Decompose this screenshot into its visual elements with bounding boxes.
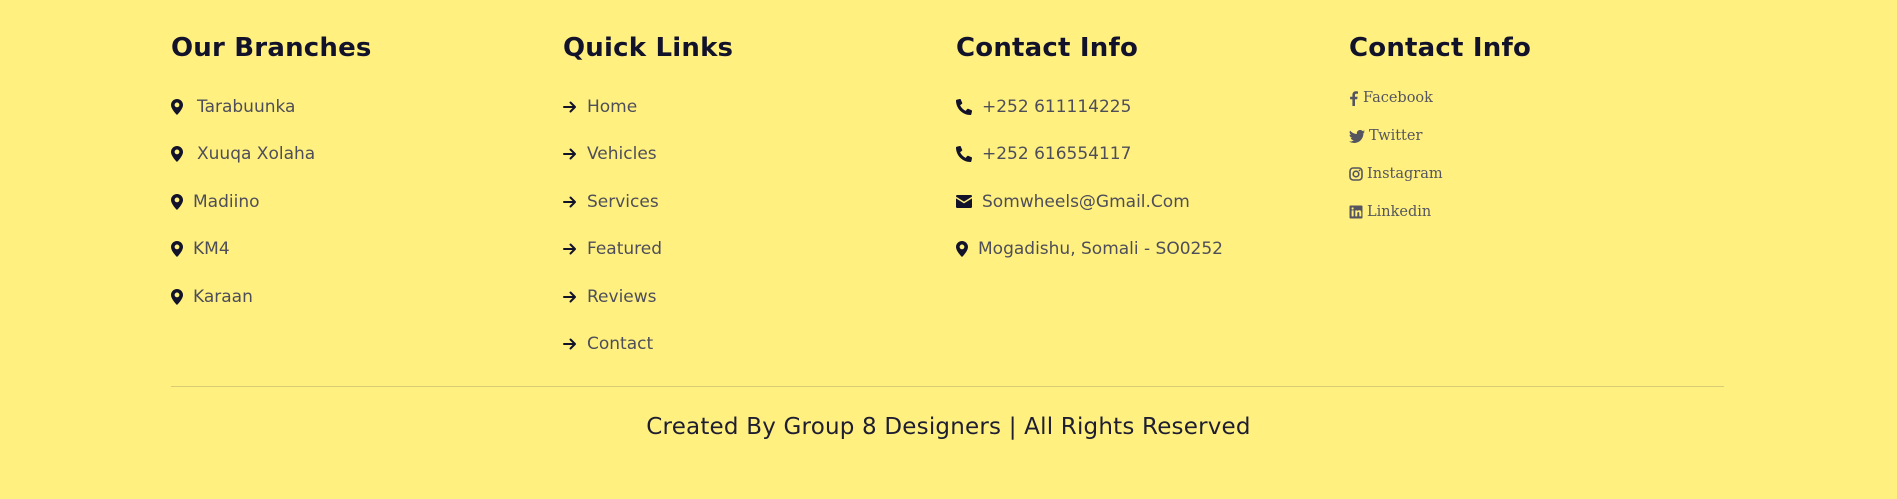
social-label: Instagram — [1367, 166, 1443, 182]
branch-link-km4[interactable]: KM4 — [171, 236, 551, 263]
arrow-right-icon — [563, 334, 587, 354]
branch-link-madiino[interactable]: Madiino — [171, 188, 551, 215]
contact-phone-label: +252 616554117 — [982, 144, 1132, 164]
quick-links-list: Home Vehicles Services Featured Reviews … — [563, 93, 943, 358]
quick-link-label: Contact — [587, 334, 654, 354]
quick-link-label: Reviews — [587, 286, 657, 307]
quick-link-label: Services — [587, 191, 659, 212]
facebook-icon — [1349, 88, 1363, 108]
quick-link-label: Vehicles — [587, 144, 657, 164]
branch-label: Tarabuunka — [197, 96, 296, 117]
social-list: Facebook Twitter Instagram Linkedin — [1349, 86, 1729, 224]
branch-label: KM4 — [193, 239, 230, 259]
contact-email[interactable]: Somwheels@Gmail.Com — [956, 188, 1336, 215]
contact-address-label: Mogadishu, Somali - SO0252 — [978, 239, 1223, 259]
branch-label: Madiino — [193, 191, 260, 212]
social-link-facebook[interactable]: Facebook — [1349, 86, 1729, 110]
arrow-right-icon — [563, 239, 587, 259]
contact-phone-label: +252 611114225 — [982, 96, 1132, 117]
map-marker-icon — [171, 144, 193, 164]
social-label: Twitter — [1369, 128, 1423, 144]
social-link-linkedin[interactable]: Linkedin — [1349, 200, 1729, 224]
social-link-instagram[interactable]: Instagram — [1349, 162, 1729, 186]
arrow-right-icon — [563, 97, 587, 117]
instagram-icon — [1349, 164, 1367, 184]
branch-label: Karaan — [193, 286, 253, 307]
social-heading: Contact Info — [1349, 33, 1532, 63]
quick-link-featured[interactable]: Featured — [563, 236, 943, 263]
footer-credit: Created By Group 8 Designers | All Right… — [646, 414, 1251, 440]
quick-link-vehicles[interactable]: Vehicles — [563, 141, 943, 168]
map-marker-icon — [171, 287, 193, 307]
arrow-right-icon — [563, 287, 587, 307]
contact-phone-2[interactable]: +252 616554117 — [956, 141, 1336, 168]
branches-list: Tarabuunka Xuuqa Xolaha Madiino KM4 Kara… — [171, 93, 551, 310]
branch-link-karaan[interactable]: Karaan — [171, 283, 551, 310]
quick-link-reviews[interactable]: Reviews — [563, 283, 943, 310]
phone-icon — [956, 144, 982, 164]
branch-link-xuuqa-xolaha[interactable]: Xuuqa Xolaha — [171, 141, 551, 168]
quick-link-contact[interactable]: Contact — [563, 331, 943, 358]
branch-link-tarabuunka[interactable]: Tarabuunka — [171, 93, 551, 120]
map-marker-icon — [956, 239, 978, 259]
branch-label: Xuuqa Xolaha — [197, 144, 316, 164]
footer-divider — [171, 386, 1724, 387]
contact-phone-1[interactable]: +252 611114225 — [956, 93, 1336, 120]
contact-address[interactable]: Mogadishu, Somali - SO0252 — [956, 236, 1336, 263]
contact-info-column: Contact Info +252 611114225 +252 6165541… — [956, 30, 1336, 283]
quick-link-services[interactable]: Services — [563, 188, 943, 215]
quick-link-label: Home — [587, 96, 638, 117]
twitter-icon — [1349, 126, 1369, 146]
contact-email-label: Somwheels@Gmail.Com — [982, 191, 1190, 212]
linkedin-icon — [1349, 202, 1367, 222]
social-label: Facebook — [1363, 90, 1433, 106]
map-marker-icon — [171, 97, 193, 117]
social-link-twitter[interactable]: Twitter — [1349, 124, 1729, 148]
quick-link-label: Featured — [587, 239, 663, 259]
branches-heading: Our Branches — [171, 33, 372, 63]
quick-links-heading: Quick Links — [563, 33, 734, 63]
map-marker-icon — [171, 192, 193, 212]
social-label: Linkedin — [1367, 204, 1432, 220]
contact-info-heading: Contact Info — [956, 33, 1139, 63]
envelope-icon — [956, 192, 982, 212]
site-footer: Our Branches Tarabuunka Xuuqa Xolaha Mad… — [0, 0, 1897, 499]
quick-link-home[interactable]: Home — [563, 93, 943, 120]
social-column: Contact Info Facebook Twitter Instagram — [1349, 30, 1729, 238]
contact-info-list: +252 611114225 +252 616554117 Somwheels@… — [956, 93, 1336, 263]
quick-links-column: Quick Links Home Vehicles Services Featu… — [563, 30, 943, 378]
map-marker-icon — [171, 239, 193, 259]
arrow-right-icon — [563, 144, 587, 164]
arrow-right-icon — [563, 192, 587, 212]
branches-column: Our Branches Tarabuunka Xuuqa Xolaha Mad… — [171, 30, 551, 331]
phone-icon — [956, 97, 982, 117]
